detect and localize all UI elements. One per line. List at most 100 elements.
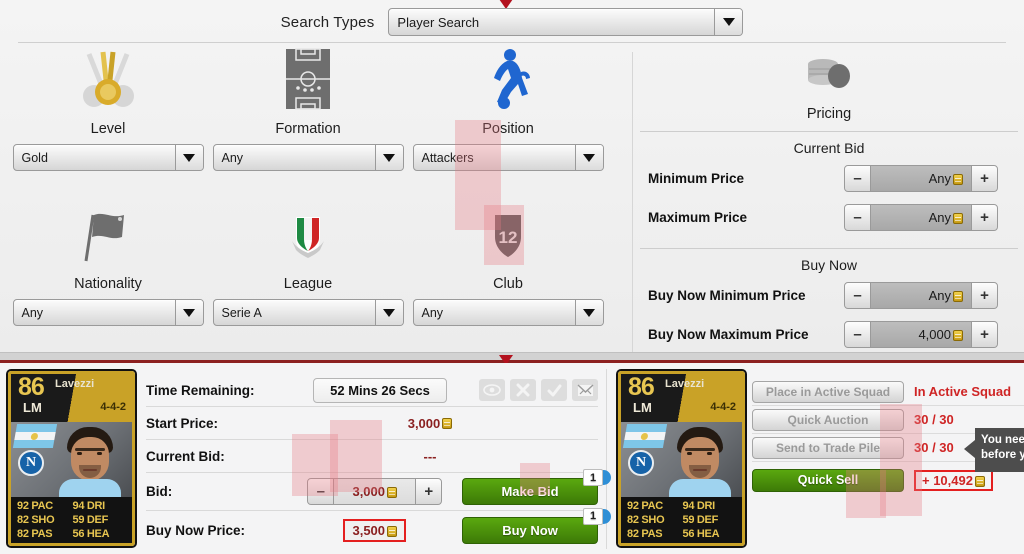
eye-icon[interactable] — [479, 379, 505, 401]
bid-value-wrap[interactable]: 3,000 — [334, 479, 416, 504]
send-to-trade-pile-button[interactable]: Send to Trade Pile — [752, 436, 904, 459]
buy-now-maximum-price-stepper[interactable]: – 4,000 + — [844, 320, 998, 348]
buy-now-maximum-decrement[interactable]: – — [845, 321, 871, 347]
league-chevron[interactable] — [374, 300, 403, 325]
club-badge-icon: N — [628, 450, 654, 476]
maximum-price-increment[interactable]: + — [971, 204, 997, 230]
player-stat: 82 PAS — [627, 528, 663, 540]
quick-auction-button[interactable]: Quick Auction — [752, 408, 904, 431]
start-price-label: Start Price: — [146, 415, 219, 431]
pricing-divider-1 — [640, 131, 1018, 132]
pitch-icon — [208, 44, 408, 110]
player-formation: 4-4-2 — [710, 401, 736, 413]
coin-icon — [387, 487, 398, 498]
start-price-row: Start Price: 3,000 — [146, 407, 598, 440]
buy-now-minimum-decrement[interactable]: – — [845, 282, 871, 308]
chevron-down-icon — [183, 153, 195, 162]
club-value: Any — [421, 305, 444, 320]
filter-row-1: Level Gold Formation Any Position Attack… — [0, 44, 630, 196]
bid-stepper[interactable]: – 3,000 + — [307, 478, 443, 505]
minimum-price-row: Minimum Price – Any + — [634, 161, 1024, 195]
auction-details: Time Remaining: 52 Mins 26 Secs Start Pr… — [146, 374, 611, 549]
maximum-price-decrement[interactable]: – — [845, 204, 871, 230]
minimum-price-stepper[interactable]: – Any + — [844, 164, 998, 192]
maximum-price-label: Maximum Price — [648, 209, 748, 225]
buy-now-maximum-price-row: Buy Now Maximum Price – 4,000 + — [634, 317, 1024, 351]
time-remaining-label: Time Remaining: — [146, 382, 255, 398]
player-stat: 82 PAS — [17, 528, 53, 540]
maximum-price-stepper[interactable]: – Any + — [844, 203, 998, 231]
make-bid-label: Make Bid — [501, 484, 559, 499]
filter-formation-label: Formation — [275, 121, 341, 137]
nationality-chevron[interactable] — [174, 300, 203, 325]
filter-grid: Level Gold Formation Any Position Attack… — [0, 44, 630, 354]
quick-sell-button[interactable]: Quick Sell — [752, 468, 904, 492]
buy-now-minimum-increment[interactable]: + — [971, 282, 997, 308]
maximum-price-value: Any — [928, 209, 951, 225]
tooltip-line-2: before y — [981, 449, 1024, 461]
league-dropdown[interactable]: Serie A — [212, 299, 404, 326]
formation-dropdown[interactable]: Any — [212, 144, 404, 171]
nationality-dropdown[interactable]: Any — [12, 299, 204, 326]
tooltip-line-1: You nee — [981, 434, 1024, 446]
make-bid-button[interactable]: Make Bid 1 — [462, 469, 611, 505]
search-types-dropdown[interactable]: Player Search — [388, 8, 744, 36]
position-dropdown[interactable]: Attackers — [412, 144, 604, 171]
buy-now-button[interactable]: Buy Now 1 — [462, 507, 611, 544]
time-remaining-value: 52 Mins 26 Secs — [313, 377, 447, 403]
chevron-down-icon — [383, 308, 395, 317]
x-icon[interactable] — [510, 379, 536, 401]
level-chevron[interactable] — [174, 145, 203, 170]
bid-decrement[interactable]: – — [308, 479, 335, 504]
envelope-icon[interactable] — [572, 379, 598, 401]
current-bid-label: Current Bid: — [146, 448, 225, 464]
place-in-active-squad-button[interactable]: Place in Active Squad — [752, 380, 904, 403]
nation-flag-icon — [12, 424, 58, 448]
buy-now-minimum-price-stepper[interactable]: – Any + — [844, 281, 998, 309]
medals-icon — [8, 44, 208, 110]
club-dropdown[interactable]: Any — [412, 299, 604, 326]
buy-now-maximum-price-value: 4,000 — [918, 326, 951, 342]
position-chevron[interactable] — [574, 145, 603, 170]
formation-chevron[interactable] — [374, 145, 403, 170]
bid-increment[interactable]: + — [415, 479, 442, 504]
player-position: LM — [633, 400, 652, 415]
player-card-left[interactable]: 86 Lavezzi LM 4-4-2 N 92 PAC 94 DRI 82 S… — [8, 371, 135, 546]
minimum-price-increment[interactable]: + — [971, 165, 997, 191]
nation-flag-icon — [622, 424, 668, 448]
maximum-price-value-wrap[interactable]: Any — [871, 204, 971, 230]
filter-position: Position Attackers — [408, 44, 608, 171]
player-stats: 92 PAC 94 DRI 82 SHO 59 DEF 82 PAS 56 HE… — [621, 497, 742, 543]
search-types-label: Search Types — [280, 13, 375, 31]
filter-position-label: Position — [482, 121, 534, 137]
chevron-down-icon — [583, 153, 595, 162]
search-filters-panel: Search Types Player Search Level Gold Fo… — [0, 0, 1024, 358]
player-card-right[interactable]: 86 Lavezzi LM 4-4-2 N 92 PAC 94 DRI 82 S… — [618, 371, 745, 546]
minimum-price-decrement[interactable]: – — [845, 165, 871, 191]
tooltip: You nee before y — [964, 428, 1024, 472]
header-divider — [18, 42, 1006, 43]
filter-league: League Serie A — [208, 199, 408, 326]
current-bid-title: Current Bid — [793, 140, 865, 156]
player-stat: 59 DEF — [72, 514, 109, 526]
coin-icon — [953, 290, 963, 302]
check-icon[interactable] — [541, 379, 567, 401]
buy-now-maximum-value-wrap[interactable]: 4,000 — [871, 321, 971, 347]
minimum-price-value: Any — [928, 170, 951, 186]
club-chevron[interactable] — [574, 300, 603, 325]
coin-icon — [442, 417, 453, 429]
position-value: Attackers — [421, 150, 474, 165]
buy-now-minimum-value-wrap[interactable]: Any — [871, 282, 971, 308]
level-dropdown[interactable]: Gold — [12, 144, 204, 171]
maximum-price-row: Maximum Price – Any + — [634, 200, 1024, 234]
minimum-price-value-wrap[interactable]: Any — [871, 165, 971, 191]
coin-icon — [974, 475, 985, 487]
search-types-row: Search Types Player Search — [0, 6, 1024, 38]
pricing-vertical-divider — [632, 52, 633, 352]
search-types-chevron[interactable] — [714, 9, 743, 35]
level-value: Gold — [21, 150, 48, 165]
make-bid-badge-count: 1 — [583, 469, 603, 486]
current-bid-row: Current Bid: --- — [146, 440, 598, 473]
buy-now-maximum-increment[interactable]: + — [971, 321, 997, 347]
buy-now-minimum-price-label: Buy Now Minimum Price — [648, 287, 806, 303]
